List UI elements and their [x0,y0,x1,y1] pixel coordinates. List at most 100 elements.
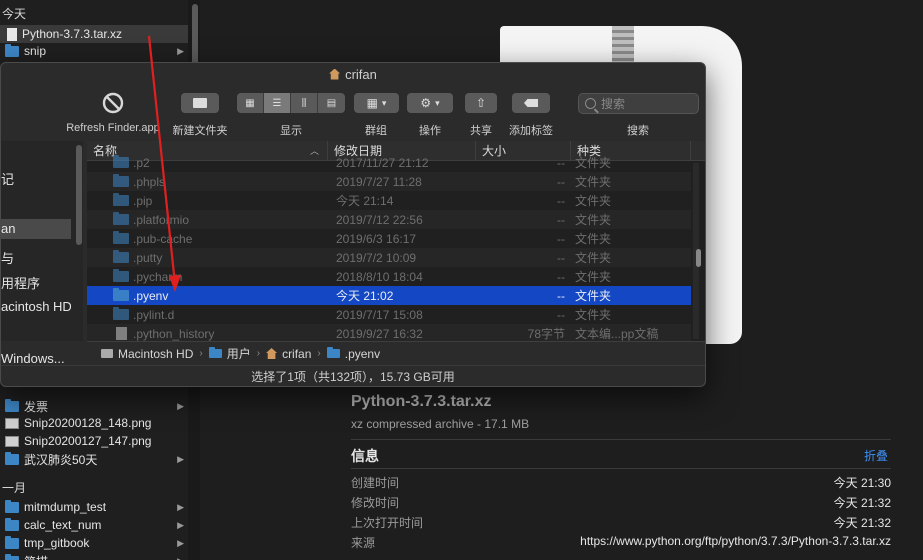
chevron-right-icon: ▶ [177,556,184,560]
folder-icon [113,155,129,168]
chevron-right-icon: ▶ [177,537,184,548]
folder-icon [5,43,19,57]
cell-text: .pycharm [133,269,183,284]
chevron-right-icon: ▶ [177,519,184,530]
home-icon [329,68,341,80]
cell-kind: 文件夹 [575,232,612,246]
cell-date: 2019/7/27 11:28 [336,174,422,189]
sidebar-item-macintosh-hd[interactable]: acintosh HD [1,299,71,314]
info-row-created: 创建时间 今天 21:30 [351,474,891,494]
list-item-mitmdump[interactable]: mitmdump_test ▶ [0,498,188,516]
table-row[interactable]: .platformio 2019/7/12 22:56 -- 文件夹 [87,210,691,229]
share-label: 共享 [470,125,492,137]
chevron-right-icon: ▶ [177,453,184,464]
sidebar-scrollbar[interactable] [76,145,82,245]
folder-icon [208,347,222,358]
path-item-disk[interactable]: Macintosh HD [118,347,193,361]
cell-name: .putty [87,250,332,265]
table-row[interactable]: .pycharm 2018/8/10 18:04 -- 文件夹 [87,267,691,286]
path-item-home[interactable]: crifan [282,347,311,361]
table-row[interactable]: .pub-cache 2019/6/3 16:17 -- 文件夹 [87,229,691,248]
folder-icon [113,307,129,320]
add-tag-button[interactable] [512,93,550,113]
list-item-label: mitmdump_test [24,500,107,514]
list-item-gitbook[interactable]: tmp_gitbook ▶ [0,534,188,552]
preview-filename: Python-3.7.3.tar.xz [351,393,492,410]
folder-icon [5,398,19,412]
list-item-label: 武汉肺炎50天 [24,452,98,467]
list-item-snip[interactable]: snip ▶ [0,42,188,60]
table-row[interactable]: .phpls 2019/7/27 11:28 -- 文件夹 [87,172,691,191]
cell-size: -- [557,269,565,284]
folder-icon [5,451,19,465]
table-row[interactable]: .pylint.d 2019/7/17 15:08 -- 文件夹 [87,305,691,324]
refresh-finder-label: Refresh Finder.app [66,122,160,134]
file-list: 名称 ︿ 修改日期 大小 种类 .p2 2017/11/27 21:12 -- 文件夹.… [87,141,705,341]
cell-kind: 文件夹 [575,289,612,303]
search-input[interactable]: 搜索 [578,93,699,114]
list-item-label: snip [24,44,47,58]
gallery-view-icon[interactable]: ▤ [318,93,345,113]
list-item-jianmiao[interactable]: 简描 ▶ [0,552,188,560]
column-view-icon[interactable]: ⫼ [291,93,318,113]
chevron-right-icon: › [199,348,203,359]
file-icon [7,27,17,41]
table-row[interactable]: .pyenv 今天 21:02 -- 文件夹 [87,286,691,305]
sidebar-item-documents[interactable]: 与 [1,248,71,267]
path-item-pyenv[interactable]: .pyenv [345,347,380,361]
info-value[interactable]: https://www.python.org/ftp/python/3.7.3/… [580,534,891,554]
search-placeholder: 搜索 [601,97,626,111]
group-button[interactable]: ▦ ▾ [354,93,399,113]
cell-name: .platformio [87,212,332,227]
table-row[interactable]: .pip 今天 21:14 -- 文件夹 [87,191,691,210]
sidebar-item-windows[interactable]: Windows... [1,351,71,366]
sidebar-item-applications[interactable]: 用程序 [1,273,71,292]
preview-subtitle: xz compressed archive - 17.1 MB [351,417,530,431]
folder-icon [113,174,129,187]
list-item-invoice[interactable]: 发票 ▶ [0,397,188,415]
dialog-title: crifan [345,66,377,82]
icon-view-icon[interactable]: ▦ [237,93,264,113]
info-row-modified: 修改时间 今天 21:32 [351,494,891,514]
new-folder-button[interactable] [181,93,219,113]
cell-kind: 文件夹 [575,175,612,189]
path-item-users[interactable]: 用户 [227,345,251,362]
info-key: 修改时间 [351,496,400,510]
add-tag-label: 添加标签 [509,125,553,137]
collapse-link[interactable]: 折叠 [864,447,888,464]
cell-size: -- [557,231,565,246]
cell-text: .p2 [133,155,150,170]
cell-kind: 文件夹 [575,270,612,284]
table-row[interactable]: .python_history 2019/9/27 16:32 78字节 文本编...… [87,324,691,341]
table-row[interactable]: .p2 2017/11/27 21:12 -- 文件夹 [87,153,691,172]
list-item-snip148[interactable]: Snip20200128_148.png [0,414,188,432]
list-item-python-archive[interactable]: Python-3.7.3.tar.xz [0,25,188,43]
sidebar-item-recents[interactable]: 记 [1,169,71,188]
section-today: 今天 [2,7,27,21]
list-view-icon[interactable]: ☰ [264,93,291,113]
list-item-calc[interactable]: calc_text_num ▶ [0,516,188,534]
refresh-finder-button[interactable] [101,91,125,115]
view-mode-segmented[interactable]: ▦ ☰ ⫼ ▤ [237,93,345,113]
list-item-snip147[interactable]: Snip20200127_147.png [0,432,188,450]
list-item-wuhan[interactable]: 武汉肺炎50天 ▶ [0,450,188,468]
info-value: 今天 21:30 [833,476,891,490]
cell-date: 今天 21:14 [336,194,394,208]
cell-text: .pub-cache [133,231,193,246]
share-button[interactable]: ⇧ [465,93,497,113]
cell-size: -- [557,193,565,208]
action-button[interactable]: ⚙ ▾ [407,93,453,113]
cell-name: .pycharm [87,269,332,284]
folder-icon [113,193,129,206]
dialog-titlebar: crifan [1,63,705,85]
cell-date: 2018/8/10 18:04 [336,269,423,284]
cell-size: -- [557,212,565,227]
list-scroll-thumb[interactable] [696,249,701,267]
folder-icon [5,517,19,531]
prohibited-icon [102,92,124,114]
sidebar-item-home[interactable]: an [1,219,71,239]
table-row[interactable]: .putty 2019/7/2 10:09 -- 文件夹 [87,248,691,267]
divider [351,468,891,469]
cell-date: 今天 21:02 [336,289,394,303]
folder-icon [326,347,340,358]
